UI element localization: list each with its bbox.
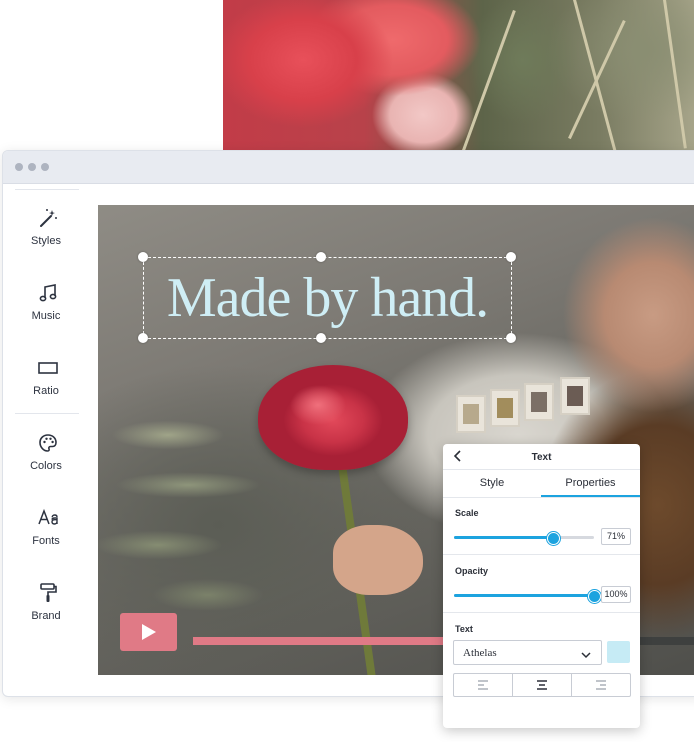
align-center-button[interactable] — [512, 674, 571, 696]
sidebar-item-colors[interactable]: Colors — [3, 432, 89, 492]
window-dot — [15, 163, 23, 171]
panel-title: Text — [531, 452, 552, 463]
music-note-icon — [37, 282, 59, 304]
panel-divider — [443, 554, 640, 555]
sidebar-item-music[interactable]: Music — [3, 282, 89, 342]
align-left-button[interactable] — [454, 674, 512, 696]
hand — [333, 525, 423, 595]
text-properties-panel: Text Style Properties Scale 71% Opacity … — [443, 444, 640, 728]
sidebar-item-label: Fonts — [32, 535, 60, 547]
text-alignment-group — [453, 673, 631, 697]
wall-art — [524, 383, 554, 421]
paint-roller-icon — [37, 582, 59, 604]
scale-slider-knob[interactable] — [547, 532, 560, 545]
magic-wand-icon — [37, 207, 59, 229]
sidebar-item-label: Styles — [31, 235, 61, 247]
resize-handle[interactable] — [506, 252, 516, 262]
resize-handle[interactable] — [138, 252, 148, 262]
opacity-value[interactable]: 100% — [601, 586, 631, 603]
font-icon — [37, 507, 59, 529]
opacity-slider-fill — [454, 594, 594, 597]
tab-properties[interactable]: Properties — [541, 470, 640, 497]
sidebar-divider — [15, 189, 79, 190]
tab-style[interactable]: Style — [443, 470, 541, 497]
sidebar-item-label: Music — [31, 310, 61, 322]
text-color-swatch[interactable] — [607, 641, 630, 663]
window-titlebar — [3, 151, 694, 184]
text-label: Text — [455, 624, 473, 634]
wall-art — [560, 377, 590, 415]
sidebar-item-styles[interactable]: Styles — [3, 207, 89, 267]
scale-label: Scale — [455, 508, 479, 518]
window-dot — [28, 163, 36, 171]
sidebar-item-label: Brand — [31, 610, 61, 622]
resize-handle[interactable] — [316, 252, 326, 262]
font-select[interactable]: Athelas — [453, 640, 602, 665]
font-select-value: Athelas — [463, 647, 497, 659]
wall-art — [456, 395, 486, 433]
background-photo — [223, 0, 694, 150]
sidebar-item-label: Ratio — [33, 385, 59, 397]
headline-text[interactable]: Made by hand. — [144, 258, 511, 338]
sidebar-item-brand[interactable]: Brand — [3, 582, 89, 642]
sidebar-divider — [15, 413, 79, 414]
chevron-down-icon — [581, 647, 591, 665]
wall-art — [490, 389, 520, 427]
scale-slider-fill — [454, 536, 553, 539]
sidebar-item-fonts[interactable]: Fonts — [3, 507, 89, 567]
window-dot — [41, 163, 49, 171]
opacity-slider-knob[interactable] — [588, 590, 601, 603]
sidebar-item-ratio[interactable]: Ratio — [3, 357, 89, 417]
panel-header: Text — [443, 444, 640, 469]
palette-icon — [37, 432, 59, 454]
aspect-ratio-icon — [37, 357, 59, 379]
scale-slider[interactable] — [454, 532, 594, 545]
opacity-slider[interactable] — [454, 590, 601, 603]
resize-handle[interactable] — [316, 333, 326, 343]
opacity-label: Opacity — [455, 566, 489, 576]
panel-divider — [443, 612, 640, 613]
headline-selection[interactable]: Made by hand. — [143, 257, 512, 339]
scale-value[interactable]: 71% — [601, 528, 631, 545]
progress-fill — [193, 637, 459, 645]
play-button[interactable] — [120, 613, 177, 651]
peony-flower — [258, 365, 408, 470]
resize-handle[interactable] — [506, 333, 516, 343]
resize-handle[interactable] — [138, 333, 148, 343]
sidebar: Styles Music Ratio Colors Fonts Brand — [3, 183, 83, 696]
align-right-button[interactable] — [571, 674, 630, 696]
panel-tabs: Style Properties — [443, 469, 640, 498]
sidebar-item-label: Colors — [30, 460, 62, 472]
